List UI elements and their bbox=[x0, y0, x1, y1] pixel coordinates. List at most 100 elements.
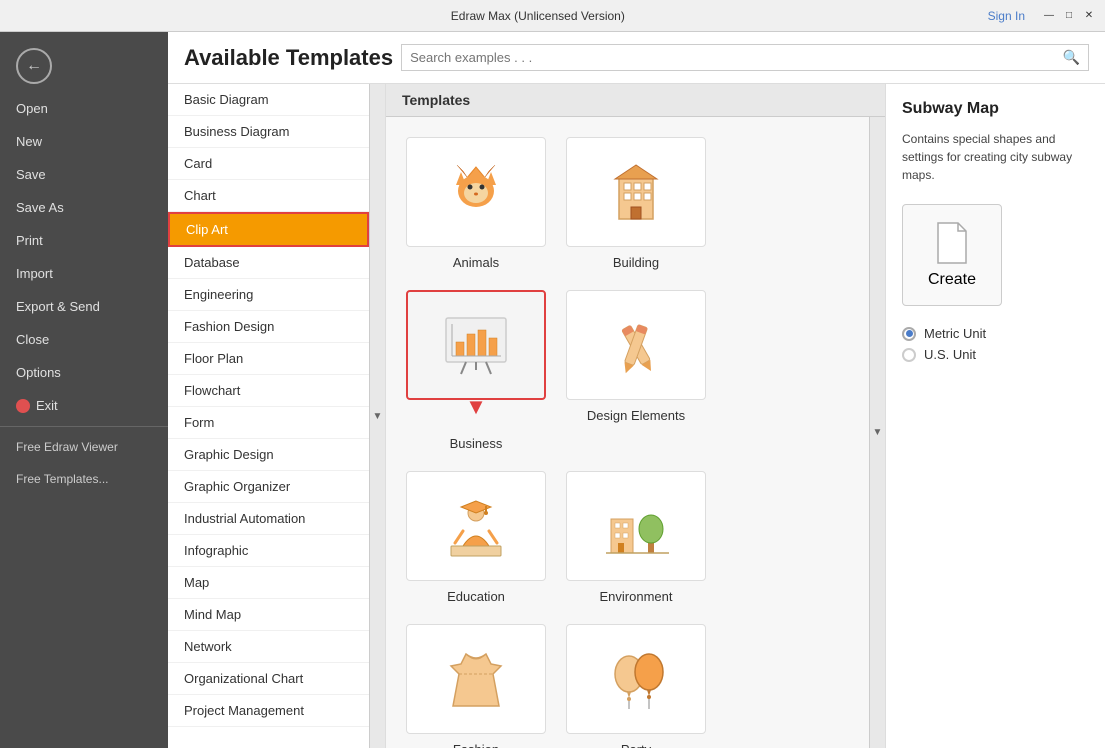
template-item-environment[interactable]: Environment bbox=[566, 471, 706, 604]
category-item-basic-diagram[interactable]: Basic Diagram bbox=[168, 84, 369, 116]
selection-arrow: ▼ bbox=[465, 394, 487, 420]
sidebar-divider bbox=[0, 426, 168, 427]
sidebar-item-open[interactable]: Open bbox=[0, 92, 168, 125]
sidebar-item-print[interactable]: Print bbox=[0, 224, 168, 257]
right-panel-description: Contains special shapes and settings for… bbox=[902, 130, 1089, 184]
create-button[interactable]: Create bbox=[902, 204, 1002, 306]
template-item-education[interactable]: Education bbox=[406, 471, 546, 604]
category-scroll-button[interactable]: ▼ bbox=[369, 84, 385, 748]
category-item-engineering[interactable]: Engineering bbox=[168, 279, 369, 311]
sidebar-item-options[interactable]: Options bbox=[0, 356, 168, 389]
sidebar: ← Open New Save Save As Print Import Exp… bbox=[0, 32, 168, 748]
party-icon bbox=[601, 644, 671, 714]
sidebar-item-free-templates[interactable]: Free Templates... bbox=[0, 463, 168, 495]
sidebar-item-save[interactable]: Save bbox=[0, 158, 168, 191]
search-icon: 🔍 bbox=[1063, 49, 1080, 66]
sidebar-item-export-send[interactable]: Export & Send bbox=[0, 290, 168, 323]
available-templates-title: Available Templates bbox=[184, 45, 393, 71]
sidebar-item-free-viewer[interactable]: Free Edraw Viewer bbox=[0, 431, 168, 463]
template-label-party: Party bbox=[621, 742, 651, 748]
app-title: Edraw Max (Unlicensed Version) bbox=[88, 9, 988, 23]
template-item-animals[interactable]: Animals bbox=[406, 137, 546, 270]
search-container[interactable]: 🔍 bbox=[401, 44, 1089, 71]
sidebar-item-close[interactable]: Close bbox=[0, 323, 168, 356]
category-item-database[interactable]: Database bbox=[168, 247, 369, 279]
back-button[interactable]: ← bbox=[16, 48, 52, 84]
category-list: Basic Diagram Business Diagram Card Char… bbox=[168, 84, 369, 748]
metric-radio[interactable] bbox=[902, 327, 916, 341]
free-viewer-label: Free Edraw Viewer bbox=[16, 440, 118, 454]
template-label-design-elements: Design Elements bbox=[587, 408, 685, 423]
templates-area: Templates bbox=[386, 84, 885, 748]
template-item-business[interactable]: ▼ Business bbox=[406, 290, 546, 451]
sign-in-link[interactable]: Sign In bbox=[988, 9, 1025, 23]
template-thumb-design-elements[interactable] bbox=[566, 290, 706, 400]
window-controls[interactable]: — □ ✕ bbox=[1041, 8, 1097, 24]
right-panel: Subway Map Contains special shapes and s… bbox=[885, 84, 1105, 748]
sidebar-item-exit[interactable]: Exit bbox=[0, 389, 168, 422]
us-radio[interactable] bbox=[902, 348, 916, 362]
right-panel-title: Subway Map bbox=[902, 100, 1089, 118]
minimize-button[interactable]: — bbox=[1041, 8, 1057, 24]
category-item-industrial-automation[interactable]: Industrial Automation bbox=[168, 503, 369, 535]
education-icon bbox=[441, 491, 511, 561]
content-area: Available Templates 🔍 Basic Diagram Busi… bbox=[168, 32, 1105, 748]
template-thumb-education[interactable] bbox=[406, 471, 546, 581]
category-panel: Basic Diagram Business Diagram Card Char… bbox=[168, 84, 386, 748]
template-item-building[interactable]: Building bbox=[566, 137, 706, 270]
category-item-map[interactable]: Map bbox=[168, 567, 369, 599]
create-file-icon bbox=[934, 221, 970, 265]
new-label: New bbox=[16, 134, 42, 149]
category-item-organizational-chart[interactable]: Organizational Chart bbox=[168, 663, 369, 695]
templates-grid-wrapper: Animals bbox=[386, 117, 869, 748]
metric-radio-selected bbox=[906, 330, 913, 337]
category-item-network[interactable]: Network bbox=[168, 631, 369, 663]
category-item-flowchart[interactable]: Flowchart bbox=[168, 375, 369, 407]
sidebar-item-import[interactable]: Import bbox=[0, 257, 168, 290]
sidebar-item-save-as[interactable]: Save As bbox=[0, 191, 168, 224]
design-elements-icon bbox=[601, 310, 671, 380]
metric-unit-option[interactable]: Metric Unit bbox=[902, 326, 1089, 341]
category-item-graphic-organizer[interactable]: Graphic Organizer bbox=[168, 471, 369, 503]
category-item-card[interactable]: Card bbox=[168, 148, 369, 180]
category-item-form[interactable]: Form bbox=[168, 407, 369, 439]
options-label: Options bbox=[16, 365, 61, 380]
fashion-icon bbox=[441, 644, 511, 714]
template-label-building: Building bbox=[613, 255, 659, 270]
template-item-fashion[interactable]: Fashion bbox=[406, 624, 546, 748]
template-thumb-fashion[interactable] bbox=[406, 624, 546, 734]
category-item-clip-art[interactable]: Clip Art bbox=[168, 212, 369, 247]
template-thumb-party[interactable] bbox=[566, 624, 706, 734]
category-item-fashion-design[interactable]: Fashion Design bbox=[168, 311, 369, 343]
category-item-mind-map[interactable]: Mind Map bbox=[168, 599, 369, 631]
maximize-button[interactable]: □ bbox=[1061, 8, 1077, 24]
category-item-chart[interactable]: Chart bbox=[168, 180, 369, 212]
free-templates-label: Free Templates... bbox=[16, 472, 108, 486]
template-thumb-environment[interactable] bbox=[566, 471, 706, 581]
search-input[interactable] bbox=[410, 50, 1058, 65]
close-button[interactable]: ✕ bbox=[1081, 8, 1097, 24]
templates-header: Templates bbox=[386, 84, 885, 117]
business-icon bbox=[436, 310, 516, 380]
templates-scroll-button[interactable]: ▼ bbox=[869, 117, 885, 748]
templates-title: Templates bbox=[402, 92, 470, 108]
template-thumb-animals[interactable] bbox=[406, 137, 546, 247]
exit-label: Exit bbox=[36, 398, 58, 413]
template-thumb-building[interactable] bbox=[566, 137, 706, 247]
animals-icon bbox=[441, 157, 511, 227]
us-unit-option[interactable]: U.S. Unit bbox=[902, 347, 1089, 362]
template-item-party[interactable]: Party bbox=[566, 624, 706, 748]
template-label-animals: Animals bbox=[453, 255, 499, 270]
category-item-project-management[interactable]: Project Management bbox=[168, 695, 369, 727]
template-item-design-elements[interactable]: Design Elements bbox=[566, 290, 706, 451]
sidebar-item-new[interactable]: New bbox=[0, 125, 168, 158]
template-label-education: Education bbox=[447, 589, 505, 604]
unit-options: Metric Unit U.S. Unit bbox=[902, 326, 1089, 362]
category-item-floor-plan[interactable]: Floor Plan bbox=[168, 343, 369, 375]
us-unit-label: U.S. Unit bbox=[924, 347, 976, 362]
category-item-graphic-design[interactable]: Graphic Design bbox=[168, 439, 369, 471]
template-thumb-business[interactable]: ▼ bbox=[406, 290, 546, 400]
title-bar: Edraw Max (Unlicensed Version) Sign In —… bbox=[0, 0, 1105, 32]
category-item-infographic[interactable]: Infographic bbox=[168, 535, 369, 567]
category-item-business-diagram[interactable]: Business Diagram bbox=[168, 116, 369, 148]
